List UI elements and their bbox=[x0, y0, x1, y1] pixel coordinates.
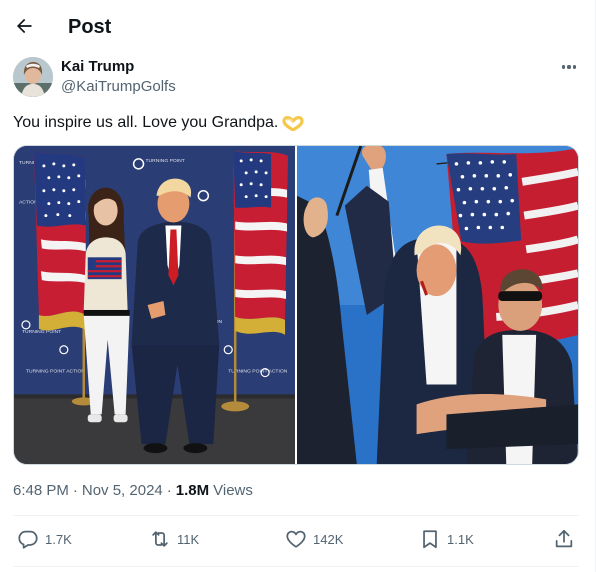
action-bar: 1.7K 11K 142K 1.1K bbox=[13, 522, 579, 560]
more-icon-dot bbox=[567, 65, 571, 69]
svg-text:TURNING POINT ACTION: TURNING POINT ACTION bbox=[26, 369, 85, 375]
post-page: Post Kai Trump @KaiTrumpGolfs You inspir… bbox=[0, 0, 596, 572]
backdrop-logo: TURNING POINT bbox=[146, 158, 185, 164]
meta-separator: · bbox=[72, 482, 78, 499]
more-icon-dot bbox=[572, 65, 577, 69]
media-grid: TURNING POINT ACTION ACTION TURNING POIN… bbox=[13, 145, 579, 465]
divider bbox=[13, 566, 579, 567]
tweet-body: You inspire us all. Love you Grandpa. bbox=[13, 113, 304, 133]
more-options-button[interactable] bbox=[556, 58, 582, 76]
heart-hands-emoji bbox=[282, 116, 304, 131]
repost-button[interactable]: 11K bbox=[149, 528, 199, 550]
author-name[interactable]: Kai Trump bbox=[61, 58, 134, 76]
views-count: 1.8M bbox=[175, 482, 210, 499]
backdrop-logo-text: ACTION bbox=[19, 200, 38, 206]
page-title: Post bbox=[68, 16, 112, 38]
repost-count: 11K bbox=[177, 531, 200, 547]
bookmark-count: 1.1K bbox=[447, 531, 474, 547]
bookmark-icon bbox=[423, 530, 437, 549]
post-date[interactable]: Nov 5, 2024 bbox=[82, 481, 163, 501]
avatar-image bbox=[13, 57, 53, 97]
reply-count: 1.7K bbox=[45, 531, 72, 547]
like-icon bbox=[286, 530, 306, 548]
divider bbox=[13, 515, 579, 516]
svg-text:TURNING POINT: TURNING POINT bbox=[22, 329, 61, 335]
like-count: 142K bbox=[313, 531, 344, 547]
post-time[interactable]: 6:48 PM bbox=[13, 481, 69, 501]
tweet-text: You inspire us all. Love you Grandpa. bbox=[13, 114, 279, 131]
top-bar: Post bbox=[0, 0, 596, 56]
back-arrow-icon bbox=[17, 18, 32, 34]
reply-button[interactable]: 1.7K bbox=[17, 528, 72, 550]
photo-right[interactable] bbox=[297, 146, 578, 464]
meta-separator: · bbox=[166, 482, 172, 499]
more-icon bbox=[561, 65, 566, 69]
author-handle[interactable]: @KaiTrumpGolfs bbox=[61, 78, 176, 96]
svg-text:TURNING POINT ACTION: TURNING POINT ACTION bbox=[228, 369, 287, 375]
avatar[interactable] bbox=[13, 57, 53, 97]
views-label: Views bbox=[213, 482, 253, 499]
like-button[interactable]: 142K bbox=[285, 528, 343, 550]
photo-left[interactable]: TURNING POINT ACTION ACTION TURNING POIN… bbox=[14, 146, 295, 464]
share-button[interactable] bbox=[553, 528, 575, 550]
share-icon bbox=[555, 529, 573, 548]
post-meta: 6:48 PM · Nov 5, 2024 · 1.8M Views bbox=[13, 481, 253, 501]
back-button[interactable] bbox=[10, 12, 38, 40]
reply-icon bbox=[18, 530, 38, 549]
bookmark-button[interactable]: 1.1K bbox=[419, 528, 474, 550]
repost-icon bbox=[152, 531, 168, 547]
